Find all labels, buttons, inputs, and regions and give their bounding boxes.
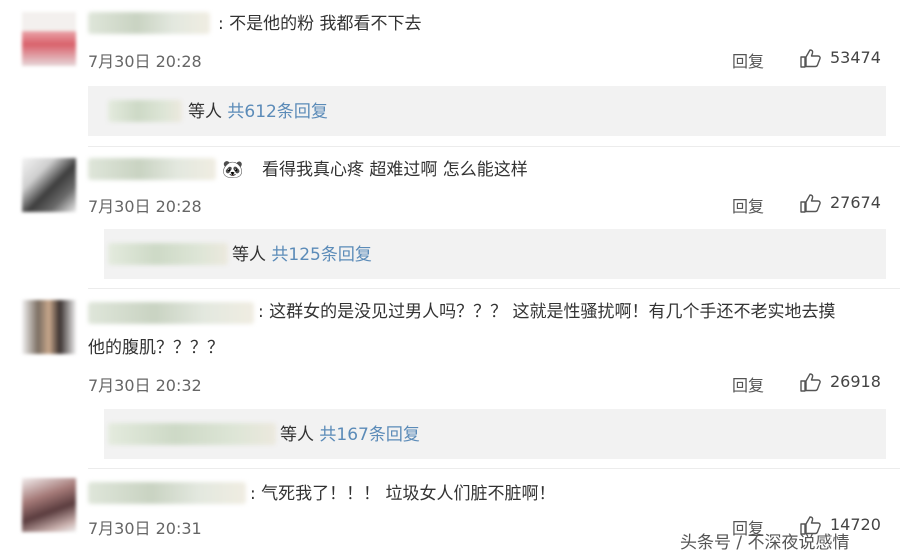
comment-time: 7月30日 20:31: [88, 519, 202, 538]
thumbs-up-icon[interactable]: [800, 193, 822, 213]
comment-text-line1: : 这群女的是没见过男人吗？？？ 这就是性骚扰啊！有几个手还不老实地去摸: [258, 302, 836, 322]
sub-replies-prefix: 等人: [188, 102, 228, 122]
divider: [88, 288, 900, 289]
reply-button[interactable]: 回复: [732, 193, 764, 217]
divider: [88, 146, 900, 147]
sub-replies-summary[interactable]: 等人 共125条回复: [232, 240, 372, 265]
sub-replies-prefix: 等人: [232, 245, 272, 265]
sub-replies-box[interactable]: 等人 共612条回复: [88, 86, 886, 136]
like-count: 53474: [830, 48, 881, 67]
like-count: 27674: [830, 193, 881, 212]
reply-button[interactable]: 回复: [732, 372, 764, 396]
like-count: 26918: [830, 372, 881, 391]
comment-text: : 不是他的粉 我都看不下去: [218, 14, 422, 34]
sub-replies-count[interactable]: 共612条回复: [227, 102, 327, 122]
reply-button[interactable]: 回复: [732, 48, 764, 72]
reply-usernames-blurred: [108, 423, 276, 445]
reply-usernames-blurred: [108, 100, 182, 122]
comment-time: 7月30日 20:28: [88, 52, 202, 71]
comment-text: 看得我真心疼 超难过啊 怎么能这样: [262, 160, 528, 180]
divider: [88, 468, 900, 469]
reply-usernames-blurred: [108, 243, 228, 265]
avatar[interactable]: [22, 478, 76, 532]
comment-text: : 气死我了！！！ 垃圾女人们脏不脏啊！: [250, 484, 556, 504]
sub-replies-prefix: 等人: [280, 425, 320, 445]
sub-replies-box[interactable]: 等人 共167条回复: [104, 409, 886, 459]
comment-text-line2: 他的腹肌？？？？: [88, 338, 224, 358]
sub-replies-summary[interactable]: 等人 共167条回复: [280, 420, 420, 445]
username-blurred[interactable]: [88, 12, 210, 34]
thumbs-up-icon[interactable]: [800, 372, 822, 392]
thumbs-up-icon[interactable]: [800, 48, 822, 68]
watermark: 头条号 / 不深夜说感情: [680, 533, 850, 553]
comment-time: 7月30日 20:32: [88, 376, 202, 395]
avatar[interactable]: [22, 300, 76, 354]
sub-replies-count[interactable]: 共167条回复: [319, 425, 419, 445]
panda-emoji-icon: 🐼: [222, 160, 244, 180]
avatar[interactable]: [22, 12, 76, 66]
username-blurred[interactable]: [88, 302, 254, 324]
comment-time: 7月30日 20:28: [88, 197, 202, 216]
username-blurred[interactable]: [88, 158, 216, 180]
username-blurred[interactable]: [88, 482, 246, 504]
avatar[interactable]: [22, 158, 76, 212]
sub-replies-count[interactable]: 共125条回复: [271, 245, 371, 265]
sub-replies-box[interactable]: 等人 共125条回复: [104, 229, 886, 279]
sub-replies-summary[interactable]: 等人 共612条回复: [188, 97, 328, 122]
